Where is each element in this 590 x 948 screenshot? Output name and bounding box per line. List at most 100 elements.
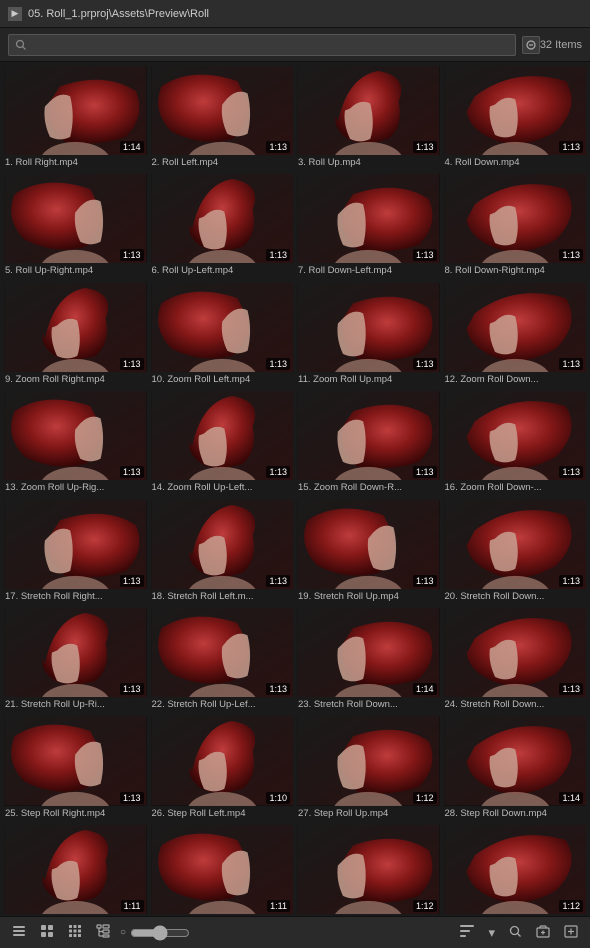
duration-badge: 1:13 bbox=[266, 141, 290, 153]
grid-item[interactable]: 1:1232. Step Roll Down-Ri... bbox=[444, 825, 587, 916]
search-bottom-button[interactable] bbox=[505, 923, 526, 943]
duration-badge: 1:13 bbox=[266, 575, 290, 587]
search-input[interactable] bbox=[31, 39, 509, 51]
bottom-right-controls: ▾ bbox=[456, 923, 582, 943]
thumbnail-wrap: 1:13 bbox=[151, 66, 294, 155]
thumbnail-wrap: 1:13 bbox=[444, 174, 587, 263]
item-label: 26. Step Roll Left.mp4 bbox=[151, 806, 294, 821]
grid-item[interactable]: 1:138. Roll Down-Right.mp4 bbox=[444, 174, 587, 278]
grid-item[interactable]: 1:136. Roll Up-Left.mp4 bbox=[151, 174, 294, 278]
grid-item[interactable]: 1:1231. Step Roll Down-Le... bbox=[297, 825, 440, 916]
grid-item[interactable]: 1:1227. Step Roll Up.mp4 bbox=[297, 716, 440, 820]
new-bin-button[interactable] bbox=[532, 923, 554, 943]
grid-item[interactable]: 1:139. Zoom Roll Right.mp4 bbox=[4, 283, 147, 387]
grid-item[interactable]: 1:1315. Zoom Roll Down-R... bbox=[297, 391, 440, 495]
thumbnail-wrap: 1:13 bbox=[444, 283, 587, 372]
item-label: 12. Zoom Roll Down... bbox=[444, 372, 587, 387]
grid-item[interactable]: 1:1428. Step Roll Down.mp4 bbox=[444, 716, 587, 820]
zoom-slider-wrap: ○ bbox=[120, 925, 190, 941]
thumbnail-wrap: 1:13 bbox=[4, 716, 147, 805]
thumbnail-wrap: 1:13 bbox=[297, 66, 440, 155]
new-item-button[interactable] bbox=[560, 923, 582, 943]
duration-badge: 1:11 bbox=[267, 900, 290, 912]
duration-badge: 1:13 bbox=[266, 358, 290, 370]
item-label: 27. Step Roll Up.mp4 bbox=[297, 806, 440, 821]
icon-view-button[interactable] bbox=[36, 922, 58, 943]
grid-item[interactable]: 1:13 11. Zoom Roll Up.mp4 bbox=[297, 283, 440, 387]
thumbnail-wrap: 1:13 bbox=[444, 66, 587, 155]
grid-item[interactable]: 1:133. Roll Up.mp4 bbox=[297, 66, 440, 170]
duration-badge: 1:10 bbox=[266, 792, 290, 804]
item-label: 5. Roll Up-Right.mp4 bbox=[4, 263, 147, 278]
thumbnail-wrap: 1:13 bbox=[297, 174, 440, 263]
grid-item[interactable]: 1:1322. Stretch Roll Up-Lef... bbox=[151, 608, 294, 712]
grid-item[interactable]: 1:13 4. Roll Down.mp4 bbox=[444, 66, 587, 170]
thumbnail-wrap: 1:12 bbox=[297, 716, 440, 805]
zoom-slider[interactable] bbox=[130, 925, 190, 941]
duration-badge: 1:11 bbox=[121, 900, 144, 912]
grid-item[interactable]: 1:141. Roll Right.mp4 bbox=[4, 66, 147, 170]
zoom-min-icon: ○ bbox=[120, 927, 126, 938]
item-label: 16. Zoom Roll Down-... bbox=[444, 480, 587, 495]
duration-badge: 1:14 bbox=[413, 683, 437, 695]
list-view-button[interactable] bbox=[8, 922, 30, 943]
sort-order-button[interactable]: ▾ bbox=[484, 923, 499, 943]
duration-badge: 1:14 bbox=[559, 792, 583, 804]
grid-item[interactable]: 1:1318. Stretch Roll Left.m... bbox=[151, 500, 294, 604]
item-label: 15. Zoom Roll Down-R... bbox=[297, 480, 440, 495]
filter-icon[interactable] bbox=[522, 36, 540, 54]
search-icon bbox=[15, 39, 27, 51]
grid-item[interactable]: 1:1319. Stretch Roll Up.mp4 bbox=[297, 500, 440, 604]
item-label: 22. Stretch Roll Up-Lef... bbox=[151, 697, 294, 712]
grid-view-button[interactable] bbox=[64, 922, 86, 943]
duration-badge: 1:13 bbox=[120, 575, 144, 587]
duration-badge: 1:13 bbox=[120, 683, 144, 695]
grid-item[interactable]: 1:13 2. Roll Left.mp4 bbox=[151, 66, 294, 170]
grid-item[interactable]: 1:1320. Stretch Roll Down... bbox=[444, 500, 587, 604]
item-label: 14. Zoom Roll Up-Left... bbox=[151, 480, 294, 495]
item-label: 9. Zoom Roll Right.mp4 bbox=[4, 372, 147, 387]
tree-view-button[interactable] bbox=[92, 922, 114, 943]
duration-badge: 1:13 bbox=[559, 141, 583, 153]
grid-item[interactable]: 1:1324. Stretch Roll Down... bbox=[444, 608, 587, 712]
thumbnail-wrap: 1:13 bbox=[297, 283, 440, 372]
sort-button[interactable] bbox=[456, 923, 478, 942]
app-icon: ▶ bbox=[8, 7, 22, 21]
grid-item[interactable]: 1:1325. Step Roll Right.mp4 bbox=[4, 716, 147, 820]
item-label: 24. Stretch Roll Down... bbox=[444, 697, 587, 712]
duration-badge: 1:13 bbox=[266, 466, 290, 478]
grid-item[interactable]: 1:1316. Zoom Roll Down-... bbox=[444, 391, 587, 495]
item-label: 7. Roll Down-Left.mp4 bbox=[297, 263, 440, 278]
thumbnail-wrap: 1:14 bbox=[4, 66, 147, 155]
search-bar: 32 Items bbox=[0, 28, 590, 62]
grid-item[interactable]: 1:1130. Step Roll Up-Left... bbox=[151, 825, 294, 916]
thumbnail-wrap: 1:14 bbox=[297, 608, 440, 697]
duration-badge: 1:12 bbox=[413, 900, 437, 912]
thumbnail-wrap: 1:13 bbox=[297, 500, 440, 589]
item-label: 2. Roll Left.mp4 bbox=[151, 155, 294, 170]
item-label: 20. Stretch Roll Down... bbox=[444, 589, 587, 604]
thumbnail-wrap: 1:13 bbox=[4, 391, 147, 480]
thumbnail-wrap: 1:13 bbox=[444, 608, 587, 697]
item-label: 3. Roll Up.mp4 bbox=[297, 155, 440, 170]
grid-item[interactable]: 1:1312. Zoom Roll Down... bbox=[444, 283, 587, 387]
grid-item[interactable]: 1:1310. Zoom Roll Left.mp4 bbox=[151, 283, 294, 387]
grid-item[interactable]: 1:13 14. Zoom Roll Up-Left... bbox=[151, 391, 294, 495]
thumbnail-wrap: 1:11 bbox=[151, 825, 294, 914]
grid-item[interactable]: 1:1423. Stretch Roll Down... bbox=[297, 608, 440, 712]
thumbnail-wrap: 1:13 bbox=[444, 391, 587, 480]
grid-item[interactable]: 1:10 26. Step Roll Left.mp4 bbox=[151, 716, 294, 820]
duration-badge: 1:13 bbox=[413, 358, 437, 370]
bottom-toolbar: ○ ▾ bbox=[0, 916, 590, 948]
item-label: 32. Step Roll Down-Ri... bbox=[444, 914, 587, 916]
grid-item[interactable]: 1:137. Roll Down-Left.mp4 bbox=[297, 174, 440, 278]
search-input-wrap[interactable] bbox=[8, 34, 516, 56]
item-label: 11. Zoom Roll Up.mp4 bbox=[297, 372, 440, 387]
grid-item[interactable]: 1:135. Roll Up-Right.mp4 bbox=[4, 174, 147, 278]
grid-item[interactable]: 1:1313. Zoom Roll Up-Rig... bbox=[4, 391, 147, 495]
item-label: 13. Zoom Roll Up-Rig... bbox=[4, 480, 147, 495]
grid-item[interactable]: 1:1129. Step Roll Up-Right... bbox=[4, 825, 147, 916]
grid-item[interactable]: 1:1321. Stretch Roll Up-Ri... bbox=[4, 608, 147, 712]
grid-item[interactable]: 1:1317. Stretch Roll Right... bbox=[4, 500, 147, 604]
item-label: 4. Roll Down.mp4 bbox=[444, 155, 587, 170]
